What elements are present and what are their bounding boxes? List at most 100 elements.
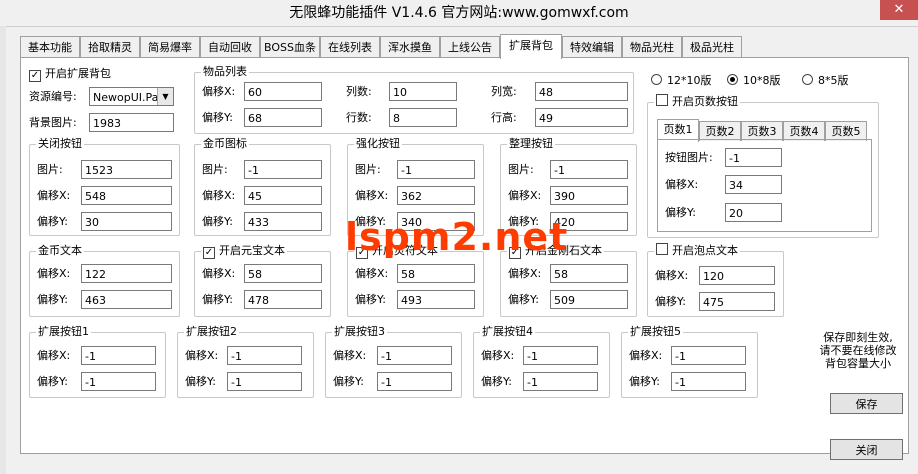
gold-icon-y-input[interactable]: 433 [244,212,322,231]
tab-online-list[interactable]: 在线列表 [320,36,380,58]
close-image-input[interactable]: 1523 [81,160,172,179]
item-row-height-input[interactable]: 49 [535,108,628,127]
tab-pickup[interactable]: 拾取精灵 [80,36,140,58]
ext4-x-label: 偏移X: [481,349,515,362]
sort-image-label: 图片: [508,163,534,176]
gold-text-x-label: 偏移X: [37,267,71,280]
bg-image-label: 背景图片: [29,116,77,129]
tab-basic[interactable]: 基本功能 [20,36,80,58]
tab-extend-bag[interactable]: 扩展背包 [500,34,562,59]
close-image-label: 图片: [37,163,63,176]
lingfu-y-label: 偏移Y: [355,293,386,306]
check-icon: ✓ [29,70,41,82]
ext1-x-input[interactable]: -1 [81,346,156,365]
bubble-x-input[interactable]: 120 [699,266,775,285]
close-button[interactable]: 关闭 [830,439,903,460]
sort-x-label: 偏移X: [508,189,542,202]
lingfu-x-label: 偏移X: [355,267,389,280]
page-buttons-checkbox[interactable]: 开启页数按钮 [654,94,740,110]
enhance-x-label: 偏移X: [355,189,389,202]
tab-item-beam[interactable]: 物品光柱 [622,36,682,58]
subtab-page-5[interactable]: 页数5 [825,121,867,141]
item-offset-y-input[interactable]: 68 [244,108,322,127]
subtab-page-2[interactable]: 页数2 [699,121,741,141]
save-button[interactable]: 保存 [830,393,903,414]
ext2-y-input[interactable]: -1 [227,372,302,391]
resource-id-label: 资源编号: [29,90,77,103]
yuanbao-y-input[interactable]: 478 [244,290,322,309]
layout-radio-8x5[interactable]: 8*5版 [802,73,849,89]
tab-rare-beam[interactable]: 极品光柱 [682,36,742,58]
close-button-group-title: 关闭按钮 [36,136,84,152]
close-y-input[interactable]: 30 [81,212,172,231]
diamond-x-input[interactable]: 58 [550,264,628,283]
tab-recycle[interactable]: 自动回收 [200,36,260,58]
ext-button-2-title: 扩展按钮2 [184,324,239,340]
sort-x-input[interactable]: 390 [550,186,628,205]
page-offset-x-input[interactable]: 34 [725,175,782,194]
tab-login-notice[interactable]: 上线公告 [440,36,500,58]
close-x-label: 偏移X: [37,189,71,202]
yuanbao-y-label: 偏移Y: [202,293,233,306]
diamond-x-label: 偏移X: [508,267,542,280]
sort-image-input[interactable]: -1 [550,160,628,179]
window-close-button[interactable]: ✕ [880,0,918,20]
resource-id-select[interactable]: NewopUI.Pak ▼ [89,87,174,106]
item-offset-x-input[interactable]: 60 [244,82,322,101]
tab-effect-edit[interactable]: 特效编辑 [562,36,622,58]
enhance-x-input[interactable]: 362 [397,186,475,205]
lingfu-y-input[interactable]: 493 [397,290,475,309]
bg-image-input[interactable]: 1983 [89,113,174,132]
bubble-y-label: 偏移Y: [655,295,686,308]
ext-button-3-title: 扩展按钮3 [332,324,387,340]
radio-icon [802,74,813,85]
save-note: 保存即刻生效, 请不要在线修改 背包容量大小 [819,331,897,370]
item-col-width-input[interactable]: 48 [535,82,628,101]
bubble-y-input[interactable]: 475 [699,292,775,311]
ext1-y-input[interactable]: -1 [81,372,156,391]
ext4-x-input[interactable]: -1 [523,346,598,365]
gold-icon-image-label: 图片: [202,163,228,176]
ext5-x-input[interactable]: -1 [671,346,746,365]
enable-bag-checkbox[interactable]: ✓ 开启扩展背包 [29,66,111,82]
close-x-input[interactable]: 548 [81,186,172,205]
diamond-y-input[interactable]: 509 [550,290,628,309]
page-subtab-bar: 页数1 页数2 页数3 页数4 页数5 [657,119,869,142]
gold-text-y-input[interactable]: 463 [81,290,172,309]
ext2-x-input[interactable]: -1 [227,346,302,365]
ext1-y-label: 偏移Y: [37,375,68,388]
enhance-image-label: 图片: [355,163,381,176]
layout-radio-12x10[interactable]: 12*10版 [651,73,712,89]
yuanbao-text-checkbox[interactable]: ✓ 开启元宝文本 [201,243,287,259]
page-offset-y-input[interactable]: 20 [725,203,782,222]
gold-icon-x-input[interactable]: 45 [244,186,322,205]
ext3-y-label: 偏移Y: [333,375,364,388]
tab-boss-hp[interactable]: BOSS血条 [260,36,320,58]
ext4-y-input[interactable]: -1 [523,372,598,391]
gold-text-x-input[interactable]: 122 [81,264,172,283]
lingfu-x-input[interactable]: 58 [397,264,475,283]
ext3-x-label: 偏移X: [333,349,367,362]
chevron-down-icon[interactable]: ▼ [157,88,173,105]
enhance-image-input[interactable]: -1 [397,160,475,179]
item-cols-input[interactable]: 10 [389,82,457,101]
ext5-y-input[interactable]: -1 [671,372,746,391]
item-rows-input[interactable]: 8 [389,108,457,127]
tab-droprate[interactable]: 简易爆率 [140,36,200,58]
subtab-page-4[interactable]: 页数4 [783,121,825,141]
gold-icon-image-input[interactable]: -1 [244,160,322,179]
layout-radio-10x8[interactable]: 10*8版 [727,73,781,89]
ext3-y-input[interactable]: -1 [377,372,452,391]
bubble-text-checkbox[interactable]: 开启泡点文本 [654,243,740,259]
ext-button-1-title: 扩展按钮1 [36,324,91,340]
gold-text-group-title: 金币文本 [36,243,84,259]
item-rows-label: 行数: [346,111,372,124]
yuanbao-x-input[interactable]: 58 [244,264,322,283]
subtab-page-3[interactable]: 页数3 [741,121,783,141]
ext3-x-input[interactable]: -1 [377,346,452,365]
tab-fishing[interactable]: 浑水摸鱼 [380,36,440,58]
ext-button-4-title: 扩展按钮4 [480,324,535,340]
page-image-input[interactable]: -1 [725,148,782,167]
page-image-label: 按钮图片: [665,151,713,164]
enhance-group-title: 强化按钮 [354,136,402,152]
